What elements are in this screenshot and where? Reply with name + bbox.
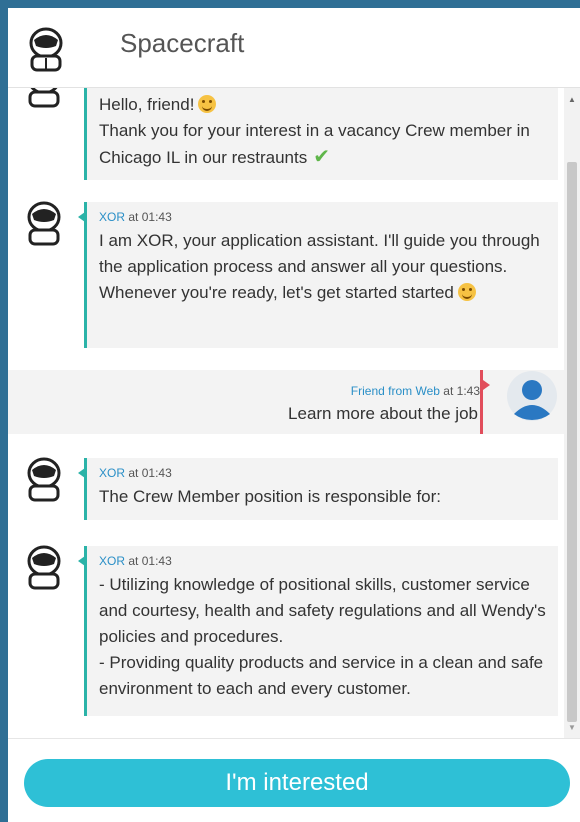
message-author: XOR xyxy=(99,210,126,224)
chat-scrollbar[interactable]: ▲ ▼ xyxy=(564,88,580,738)
bubble-pointer xyxy=(483,380,490,390)
user-avatar-icon xyxy=(507,371,557,421)
bubble-pointer xyxy=(78,212,85,222)
bot-avatar-icon xyxy=(28,88,60,108)
scroll-up-icon[interactable]: ▲ xyxy=(568,96,576,104)
message-text: Learn more about the job xyxy=(288,404,478,423)
scroll-down-icon[interactable]: ▼ xyxy=(568,724,576,732)
scrollbar-thumb[interactable] xyxy=(567,162,577,722)
message-time: 01:43 xyxy=(141,554,172,568)
chat-header: Spacecraft xyxy=(8,8,580,88)
bot-message: XOR at 01:43 - Utilizing knowledge of po… xyxy=(78,546,558,716)
bot-avatar-icon xyxy=(27,201,61,246)
bot-avatar-icon xyxy=(27,457,61,502)
bubble-pointer xyxy=(78,556,85,566)
bubble-pointer xyxy=(78,468,85,478)
bot-avatar-icon xyxy=(27,545,61,590)
message-author: XOR xyxy=(99,554,126,568)
message-text: - Utilizing knowledge of positional skil… xyxy=(99,575,546,698)
message-text: The Crew Member position is responsible … xyxy=(99,487,442,506)
message-time: 1:43 xyxy=(456,384,480,398)
chat-messages[interactable]: Hello, friend! Thank you for your intere… xyxy=(8,88,564,738)
bot-message: XOR at 01:43 The Crew Member position is… xyxy=(78,458,558,520)
bot-message: Hello, friend! Thank you for your intere… xyxy=(84,88,558,180)
astronaut-icon xyxy=(29,27,63,72)
wink-emoji-icon xyxy=(457,283,476,301)
message-time: 01:43 xyxy=(141,466,172,480)
check-icon: ✔ xyxy=(313,146,330,168)
message-author: Friend from Web xyxy=(350,384,440,398)
user-message: Friend from Web at 1:43 Learn more about… xyxy=(8,370,564,434)
chat-window: Spacecraft Hello, friend! Thank you for … xyxy=(8,8,580,822)
message-text: Hello, friend! xyxy=(99,95,195,114)
app-title: Spacecraft xyxy=(120,28,245,58)
bot-message: XOR at 01:43 I am XOR, your application … xyxy=(78,202,558,348)
smile-emoji-icon xyxy=(198,95,217,113)
message-time: 01:43 xyxy=(141,210,172,224)
message-author: XOR xyxy=(99,466,126,480)
interested-button[interactable]: I'm interested xyxy=(24,759,570,807)
chat-footer: I'm interested xyxy=(8,738,580,822)
